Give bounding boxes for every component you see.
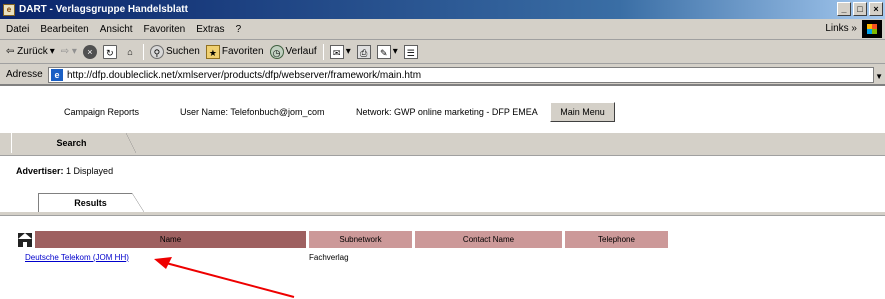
advertiser-label: Advertiser: [16,166,64,176]
links-button[interactable]: Links » [825,23,857,34]
address-bar: Adresse e http://dfp.doubleclick.net/xml… [0,64,885,86]
advertiser-link[interactable]: Deutsche Telekom (JOM HH) [18,253,129,262]
campaign-reports-link[interactable]: Campaign Reports [64,107,139,117]
search-icon: ⚲ [149,44,164,59]
maximize-button[interactable]: □ [853,2,867,16]
window-title: DART - Verlagsgruppe Handelsblatt [19,4,188,15]
search-tab-bar: Search [0,133,885,153]
tab-search[interactable]: Search [11,133,131,153]
menu-extras[interactable]: Extras [196,24,224,35]
edit-button[interactable]: ✎ ▾ [376,44,398,59]
favorites-label: Favoriten [221,46,264,57]
close-button[interactable]: × [869,2,883,16]
home-icon[interactable] [18,232,32,247]
search-label: Suchen [165,46,200,57]
menu-bearbeiten[interactable]: Bearbeiten [40,24,88,35]
column-header-contact-name[interactable]: Contact Name [415,231,562,248]
toolbar: ⇦ Zurück ▾ ⇨ ▾ × ↻ ⌂ ⚲ Suchen ★ Favorite… [0,40,885,64]
menu-datei[interactable]: Datei [6,24,29,35]
history-icon: ◷ [269,44,284,59]
cell-telephone [565,248,668,264]
menu-favoriten[interactable]: Favoriten [144,24,186,35]
user-name: User Name: Telefonbuch@jom_com [180,107,325,117]
minimize-button[interactable]: _ [837,2,851,16]
address-input[interactable]: e http://dfp.doubleclick.net/xmlserver/p… [48,67,874,83]
forward-button[interactable]: ⇨ ▾ [61,46,77,57]
toolbar-separator [142,43,144,60]
red-arrow-annotation [154,257,295,298]
tab-slant [126,133,136,153]
page-content: Campaign Reports User Name: Telefonbuch@… [0,86,885,299]
back-button[interactable]: ⇦ Zurück ▾ [6,46,55,57]
home-cell [18,231,32,248]
history-button[interactable]: ◷ Verlauf [269,44,317,59]
windows-logo-icon [862,20,882,38]
main-menu-button[interactable]: Main Menu [550,102,615,122]
window-controls: _ □ × [837,2,883,16]
ie-page-icon: e [51,69,63,81]
column-header-telephone[interactable]: Telephone [565,231,668,248]
mail-icon: ✉ [329,44,344,59]
arrow-shaft [165,262,295,298]
app-icon: e [3,3,15,16]
favorites-icon: ★ [205,44,220,59]
tab-divider [0,212,885,216]
address-label: Adresse [6,68,43,80]
tab-divider [0,153,885,156]
cell-subnetwork: Fachverlag [309,252,349,262]
discuss-icon[interactable]: ☰ [403,44,418,59]
address-dropdown-icon[interactable]: ▼ [875,72,883,81]
history-label: Verlauf [285,46,317,57]
mail-button[interactable]: ✉ ▾ [329,44,351,59]
advertiser-count: 1 Displayed [66,166,114,176]
favorites-button[interactable]: ★ Favoriten [205,44,264,59]
column-header-subnetwork[interactable]: Subnetwork [309,231,412,248]
chevron-down-icon[interactable]: ▾ [50,46,55,57]
menu-ansicht[interactable]: Ansicht [100,24,133,35]
address-url: http://dfp.doubleclick.net/xmlserver/pro… [67,69,422,81]
menu-bar: Datei Bearbeiten Ansicht Favoriten Extra… [0,19,885,40]
search-button[interactable]: ⚲ Suchen [149,44,200,59]
cell-contact [415,248,562,264]
edit-icon: ✎ [376,44,391,59]
stop-icon[interactable]: × [82,44,97,59]
info-header: Campaign Reports User Name: Telefonbuch@… [0,101,885,123]
results-table: Name Subnetwork Contact Name Telephone D… [15,231,671,264]
table-row: Deutsche Telekom (JOM HH) Fachverlag [18,248,668,264]
home-icon[interactable]: ⌂ [123,45,137,59]
tab-slant [132,193,144,212]
advertiser-summary: Advertiser: 1 Displayed [16,166,113,176]
toolbar-separator [322,43,324,60]
menu-help[interactable]: ? [236,24,242,35]
network-name: Network: GWP online marketing - DFP EMEA [356,107,538,117]
column-header-name[interactable]: Name [35,231,306,248]
print-icon[interactable]: ⎙ [356,44,371,59]
refresh-icon[interactable]: ↻ [102,44,117,59]
tab-results[interactable]: Results [38,193,142,212]
back-label: ⇦ Zurück [6,46,48,57]
table-header-row: Name Subnetwork Contact Name Telephone [18,231,668,248]
title-bar: e DART - Verlagsgruppe Handelsblatt _ □ … [0,0,885,19]
